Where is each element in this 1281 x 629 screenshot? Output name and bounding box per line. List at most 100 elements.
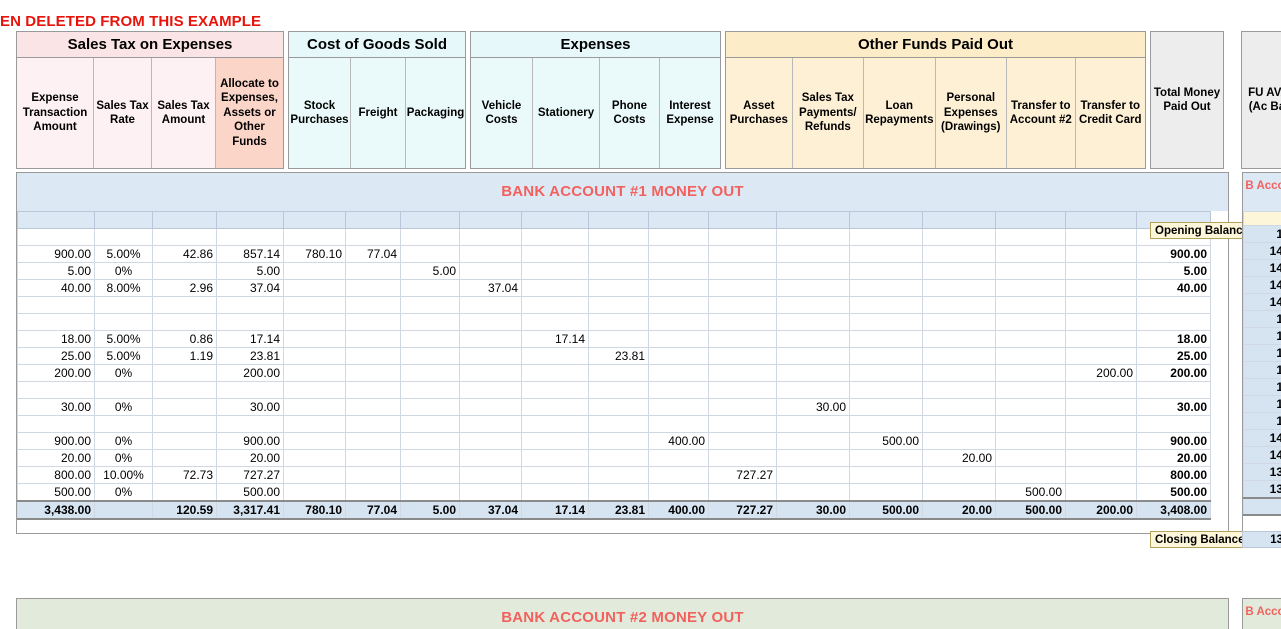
cell-personal[interactable]	[922, 262, 996, 280]
cell-transfercc[interactable]	[1065, 449, 1137, 467]
cell-phone[interactable]	[588, 483, 649, 501]
cell-asset[interactable]	[708, 313, 777, 331]
cell-loan[interactable]	[849, 364, 923, 382]
cell-rate[interactable]	[94, 381, 153, 399]
cell-asset[interactable]	[708, 432, 777, 450]
cell-salestaxpay[interactable]	[776, 313, 850, 331]
cell-allocate[interactable]: 17.14	[216, 330, 284, 348]
cell-vehicle[interactable]	[459, 466, 522, 484]
cell-phone[interactable]: 23.81	[588, 347, 649, 365]
cell-interest[interactable]	[648, 449, 709, 467]
cell-loan[interactable]	[849, 381, 923, 399]
cell-loan[interactable]	[849, 313, 923, 331]
cell-interest[interactable]	[648, 313, 709, 331]
cell-freight[interactable]	[345, 296, 401, 314]
cell-phone[interactable]	[588, 466, 649, 484]
cell-rate[interactable]: 0%	[94, 432, 153, 450]
cell-tax[interactable]: 0.86	[152, 330, 217, 348]
cell-interest[interactable]	[648, 262, 709, 280]
cell-vehicle[interactable]	[459, 449, 522, 467]
cell-expense[interactable]: 800.00	[17, 466, 95, 484]
cell-total[interactable]: 40.00	[1136, 279, 1211, 297]
cell-interest[interactable]	[648, 228, 709, 246]
cell-stationery[interactable]	[521, 466, 589, 484]
cell-tax[interactable]	[152, 364, 217, 382]
cell-stationery[interactable]	[521, 228, 589, 246]
cell-allocate[interactable]: 5.00	[216, 262, 284, 280]
cell-expense[interactable]: 18.00	[17, 330, 95, 348]
cell-salestaxpay[interactable]	[776, 279, 850, 297]
table-row[interactable]: 800.00 10.00% 72.73 727.27 727.27 800.00	[17, 466, 1211, 484]
cell-phone[interactable]	[588, 449, 649, 467]
cell-expense[interactable]: 40.00	[17, 279, 95, 297]
cell-tax[interactable]	[152, 313, 217, 331]
cell-asset[interactable]	[708, 381, 777, 399]
cell-phone[interactable]	[588, 381, 649, 399]
cell-freight[interactable]	[345, 398, 401, 416]
cell-packaging[interactable]: 5.00	[400, 262, 460, 280]
cell-tax[interactable]	[152, 449, 217, 467]
cell-transfer2[interactable]	[995, 279, 1066, 297]
cell-stationery[interactable]	[521, 262, 589, 280]
cell-asset[interactable]	[708, 296, 777, 314]
cell-transfer2[interactable]	[995, 262, 1066, 280]
cell-stock[interactable]	[283, 296, 346, 314]
cell-rate[interactable]: 8.00%	[94, 279, 153, 297]
cell-total[interactable]: 30.00	[1136, 398, 1211, 416]
table-row[interactable]: 30.00 0% 30.00 30.00 30.00	[17, 398, 1211, 416]
cell-packaging[interactable]	[400, 364, 460, 382]
cell-expense[interactable]	[17, 313, 95, 331]
cell-personal[interactable]	[922, 228, 996, 246]
cell-expense[interactable]	[17, 381, 95, 399]
cell-asset[interactable]	[708, 483, 777, 501]
cell-stock[interactable]	[283, 381, 346, 399]
cell-rate[interactable]: 0%	[94, 449, 153, 467]
cell-interest[interactable]	[648, 245, 709, 263]
cell-expense[interactable]: 20.00	[17, 449, 95, 467]
cell-transfer2[interactable]	[995, 330, 1066, 348]
cell-expense[interactable]: 30.00	[17, 398, 95, 416]
cell-stationery[interactable]	[521, 449, 589, 467]
cell-vehicle[interactable]	[459, 432, 522, 450]
cell-stationery[interactable]	[521, 398, 589, 416]
cell-personal[interactable]	[922, 415, 996, 433]
cell-rate[interactable]	[94, 415, 153, 433]
cell-loan[interactable]: 500.00	[849, 432, 923, 450]
cell-transfer2[interactable]	[995, 415, 1066, 433]
cell-rate[interactable]: 0%	[94, 364, 153, 382]
cell-expense[interactable]: 900.00	[17, 245, 95, 263]
cell-salestaxpay[interactable]	[776, 296, 850, 314]
cell-asset[interactable]	[708, 228, 777, 246]
cell-stationery[interactable]	[521, 313, 589, 331]
cell-loan[interactable]	[849, 398, 923, 416]
cell-vehicle[interactable]	[459, 228, 522, 246]
cell-total[interactable]: 900.00	[1136, 245, 1211, 263]
cell-packaging[interactable]	[400, 279, 460, 297]
cell-stationery[interactable]	[521, 279, 589, 297]
cell-stock[interactable]: 780.10	[283, 245, 346, 263]
cell-transfercc[interactable]	[1065, 228, 1137, 246]
cell-tax[interactable]	[152, 432, 217, 450]
cell-salestaxpay[interactable]	[776, 347, 850, 365]
cell-asset[interactable]: 727.27	[708, 466, 777, 484]
table-row[interactable]: 25.00 5.00% 1.19 23.81 23.81 25.00	[17, 347, 1211, 365]
cell-loan[interactable]	[849, 262, 923, 280]
cell-stock[interactable]	[283, 398, 346, 416]
cell-asset[interactable]	[708, 449, 777, 467]
cell-vehicle[interactable]	[459, 245, 522, 263]
cell-allocate[interactable]: 20.00	[216, 449, 284, 467]
cell-transfercc[interactable]	[1065, 398, 1137, 416]
cell-freight[interactable]	[345, 330, 401, 348]
cell-salestaxpay[interactable]	[776, 262, 850, 280]
cell-tax[interactable]	[152, 381, 217, 399]
cell-stationery[interactable]	[521, 483, 589, 501]
cell-transfercc[interactable]	[1065, 245, 1137, 263]
cell-freight[interactable]	[345, 466, 401, 484]
cell-packaging[interactable]	[400, 330, 460, 348]
cell-asset[interactable]	[708, 364, 777, 382]
cell-total[interactable]	[1136, 313, 1211, 331]
cell-phone[interactable]	[588, 330, 649, 348]
cell-personal[interactable]	[922, 313, 996, 331]
cell-freight[interactable]	[345, 347, 401, 365]
cell-stationery[interactable]	[521, 296, 589, 314]
